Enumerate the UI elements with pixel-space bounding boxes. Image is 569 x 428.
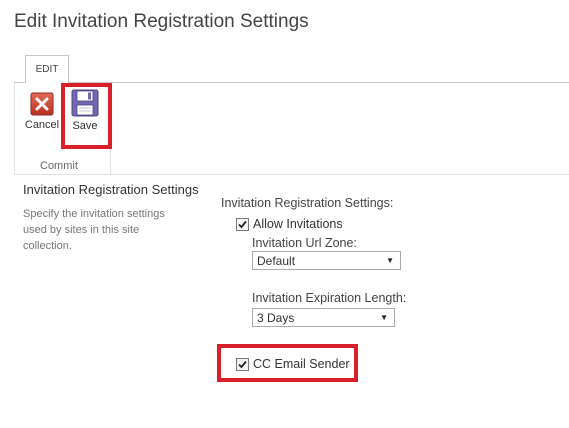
ribbon-group-separator	[110, 86, 111, 174]
section-title: Invitation Registration Settings	[23, 182, 199, 197]
url-zone-selected-value: Default	[257, 254, 296, 268]
ribbon-top-border	[14, 82, 569, 83]
ribbon-bottom-border	[14, 174, 569, 175]
floppy-disk-icon	[66, 89, 104, 117]
url-zone-select[interactable]: Default ▼	[252, 251, 401, 270]
chevron-down-icon: ▼	[386, 256, 394, 265]
tab-edit[interactable]: EDIT	[25, 55, 69, 83]
save-button-label: Save	[72, 120, 98, 132]
allow-invitations-checkbox[interactable]	[236, 217, 249, 231]
url-zone-label: Invitation Url Zone:	[252, 236, 357, 250]
checkmark-icon	[238, 220, 247, 228]
expiration-length-label: Invitation Expiration Length:	[252, 291, 407, 305]
save-button[interactable]: Save	[66, 89, 104, 132]
cc-email-sender-label[interactable]: CC Email Sender	[253, 357, 350, 371]
expiration-length-select[interactable]: 3 Days ▼	[252, 308, 395, 327]
cancel-icon	[22, 92, 62, 116]
page-title: Edit Invitation Registration Settings	[14, 11, 309, 32]
settings-field-label: Invitation Registration Settings:	[221, 196, 394, 210]
expiration-selected-value: 3 Days	[257, 311, 295, 325]
cancel-button[interactable]: Cancel	[22, 92, 62, 131]
ribbon-left-border	[14, 82, 15, 174]
cancel-button-label: Cancel	[24, 119, 60, 131]
allow-invitations-row: Allow Invitations	[236, 217, 343, 231]
ribbon-group-label: Commit	[40, 160, 78, 172]
section-description: Specify the invitation settings used by …	[23, 208, 165, 252]
allow-invitations-label[interactable]: Allow Invitations	[253, 217, 343, 231]
cc-email-sender-checkbox[interactable]	[236, 357, 249, 371]
checkmark-icon	[238, 360, 247, 368]
chevron-down-icon: ▼	[380, 313, 388, 322]
cc-email-sender-row: CC Email Sender	[236, 357, 350, 371]
